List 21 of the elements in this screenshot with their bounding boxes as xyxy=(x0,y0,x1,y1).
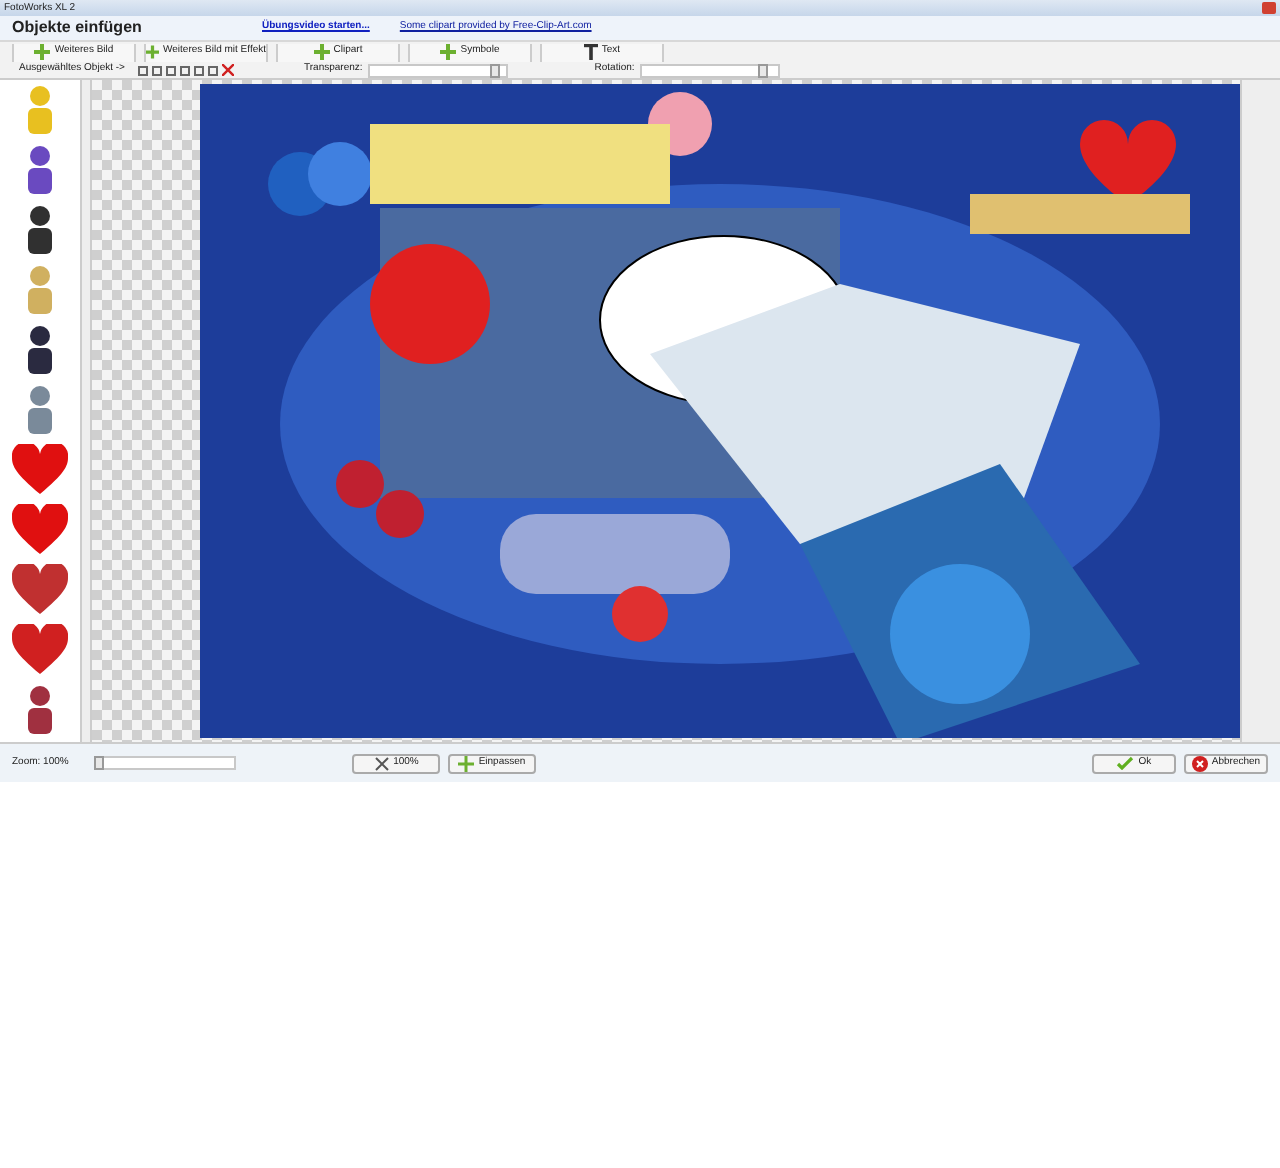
heart-icon[interactable] xyxy=(12,504,68,556)
scrollbar[interactable] xyxy=(80,80,92,742)
dialog-heading: Objekte einfügen xyxy=(12,20,144,36)
checkmark-icon xyxy=(1116,756,1135,770)
heart-icon[interactable] xyxy=(12,624,68,676)
plus-icon xyxy=(440,44,457,60)
slider-thumb[interactable] xyxy=(94,756,105,770)
slider-thumb[interactable] xyxy=(489,63,500,77)
delete-icon[interactable] xyxy=(222,64,234,76)
plus-icon xyxy=(146,44,159,60)
heart-icon[interactable] xyxy=(12,564,68,616)
plus-icon xyxy=(313,44,330,60)
text-tool-icon xyxy=(583,44,598,60)
scrollbar[interactable] xyxy=(1240,80,1280,742)
cancel-icon xyxy=(1191,755,1208,771)
transparency-slider[interactable] xyxy=(368,63,509,77)
rotation-slider[interactable] xyxy=(640,63,781,77)
heart-icon[interactable] xyxy=(12,444,68,496)
slider-thumb[interactable] xyxy=(758,63,769,77)
plus-icon xyxy=(34,44,51,60)
zoom-slider[interactable] xyxy=(96,756,236,770)
